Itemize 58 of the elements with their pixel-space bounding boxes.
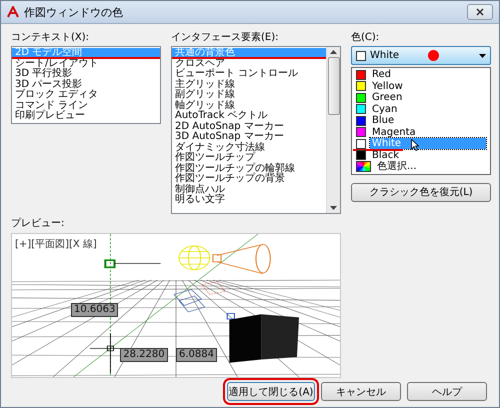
dialog-button[interactable]: ヘルプ: [407, 382, 487, 401]
color-option[interactable]: Cyan: [370, 104, 400, 115]
up-arrow-icon[interactable]: [330, 50, 337, 54]
dropdown-value: White: [370, 50, 400, 61]
window-title: 作図ウィンドウの色: [24, 4, 124, 20]
color-option[interactable]: Green: [370, 92, 404, 104]
list-item[interactable]: AutoTrack ベクトル: [172, 111, 326, 122]
list-item[interactable]: 3D 平行投影: [12, 69, 160, 80]
list-item[interactable]: 副グリッド線: [172, 90, 326, 100]
scrollbar-thumb[interactable]: [328, 57, 340, 115]
color-option[interactable]: 色選択...: [375, 161, 419, 172]
color-option[interactable]: Magenta: [370, 126, 418, 138]
color-option[interactable]: Black: [370, 150, 402, 161]
list-item[interactable]: 印刷プレビュー: [12, 111, 160, 122]
preview-label: プレビュー:: [11, 216, 66, 230]
list-label: インタフェース要素(E):: [171, 30, 280, 44]
spotlight-cone-drawing: [212, 244, 271, 274]
dialog-button[interactable]: キャンセル: [321, 382, 401, 401]
color-wheel-icon: [356, 161, 371, 172]
list-item[interactable]: 3D パース投影: [12, 80, 160, 90]
color-dropdown[interactable]: White: [351, 46, 491, 65]
color-option[interactable]: Yellow: [370, 80, 405, 92]
app-logo-icon: [7, 6, 19, 18]
cursor-icon: [411, 139, 419, 151]
viewport-label: [+][平面図][X 線]: [15, 238, 97, 251]
light-sphere-drawing: [178, 246, 210, 270]
dropdown-arrow-icon: [479, 54, 486, 58]
color-label: 色(C):: [351, 31, 380, 44]
color-option[interactable]: Red: [370, 69, 393, 80]
grip-drawing: [104, 259, 161, 268]
list-item[interactable]: 軸グリッド線: [172, 100, 326, 111]
list-item[interactable]: 2D AutoSnap マーカー: [172, 122, 326, 132]
list-item[interactable]: ダイナミック寸法線: [172, 142, 326, 153]
dimension-value: 6.0884: [176, 348, 217, 362]
scrollbar[interactable]: [326, 47, 340, 213]
list-item[interactable]: 作図ツールチップ: [172, 153, 326, 164]
close-icon: [476, 8, 484, 16]
color-swatch: [356, 50, 366, 60]
dimension-value: 10.6063: [71, 302, 118, 317]
list-item[interactable]: ブロック エディタ: [12, 90, 160, 100]
list-item[interactable]: シート/レイアウト: [12, 58, 160, 69]
list-item[interactable]: 主グリッド線: [172, 80, 326, 90]
solid-cube-drawing: [229, 314, 299, 363]
list-item[interactable]: クロスヘア: [172, 58, 326, 69]
restore-colors-button[interactable]: クラシック色を復元(L): [351, 182, 491, 202]
list-item[interactable]: コマンド ライン: [12, 100, 160, 111]
list-item[interactable]: 制御点ハル: [172, 184, 326, 195]
selection-grip-icon: [226, 313, 235, 320]
dimension-value: 28.2280: [120, 348, 168, 362]
list-item[interactable]: 明るい文字: [172, 195, 326, 206]
close-button[interactable]: [467, 4, 493, 20]
list-label: コンテキスト(X):: [11, 31, 90, 44]
color-option[interactable]: Blue: [370, 115, 396, 126]
list-item[interactable]: 作図ツールチップの背景: [172, 174, 326, 184]
list-item[interactable]: 作図ツールチップの輪郭線: [172, 164, 326, 174]
down-arrow-icon[interactable]: [330, 206, 337, 210]
list-item[interactable]: 3D AutoSnap マーカー: [172, 132, 326, 142]
list-item[interactable]: ビューポート コントロール: [172, 69, 326, 80]
